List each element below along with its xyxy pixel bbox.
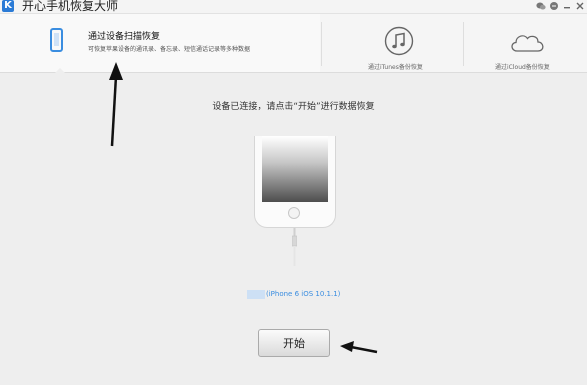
tab-itunes-backup-recovery[interactable]: 通过iTunes备份恢复 bbox=[322, 14, 462, 72]
title-bar: K 开心手机恢复大师 bbox=[0, 0, 587, 14]
tab-device-scan-recovery[interactable]: 通过设备扫描恢复 可恢复苹果设备的通讯录、备忘录、短信通话记录等多种数据 bbox=[0, 14, 320, 73]
chat-icon[interactable] bbox=[549, 1, 559, 11]
active-tab-pointer bbox=[55, 68, 65, 73]
device-scan-title: 通过设备扫描恢复 bbox=[88, 32, 161, 42]
device-screen bbox=[262, 136, 328, 202]
phone-icon bbox=[50, 28, 63, 52]
device-model-label: (iPhone 6 iOS 10.1.1) bbox=[266, 290, 341, 298]
recovery-mode-bar: 通过设备扫描恢复 可恢复苹果设备的通讯录、备忘录、短信通话记录等多种数据 通过i… bbox=[0, 14, 587, 73]
annotation-arrow-left-icon bbox=[340, 341, 378, 354]
app-logo-icon: K bbox=[2, 0, 14, 12]
connection-status-prompt: 设备已连接，请点击“开始”进行数据恢复 bbox=[212, 102, 375, 112]
itunes-backup-label: 通过iTunes备份恢复 bbox=[368, 64, 423, 71]
window-controls bbox=[536, 1, 585, 11]
lightning-cable-icon bbox=[291, 228, 298, 266]
app-title: 开心手机恢复大师 bbox=[22, 0, 119, 13]
device-scan-description: 可恢复苹果设备的通讯录、备忘录、短信通话记录等多种数据 bbox=[88, 46, 251, 53]
icloud-backup-label: 通过iCloud备份恢复 bbox=[495, 64, 550, 71]
device-name-redacted bbox=[247, 290, 265, 299]
cloud-icon bbox=[508, 30, 546, 58]
minimize-icon[interactable] bbox=[562, 1, 572, 11]
tab-icloud-backup-recovery[interactable]: 通过iCloud备份恢复 bbox=[464, 14, 587, 72]
close-icon[interactable] bbox=[575, 1, 585, 11]
music-note-icon bbox=[384, 26, 414, 60]
start-button[interactable]: 开始 bbox=[258, 329, 330, 357]
annotation-arrow-up-icon bbox=[109, 62, 123, 147]
wechat-icon[interactable] bbox=[536, 1, 546, 11]
device-illustration bbox=[254, 136, 336, 228]
home-button-icon bbox=[288, 207, 300, 219]
